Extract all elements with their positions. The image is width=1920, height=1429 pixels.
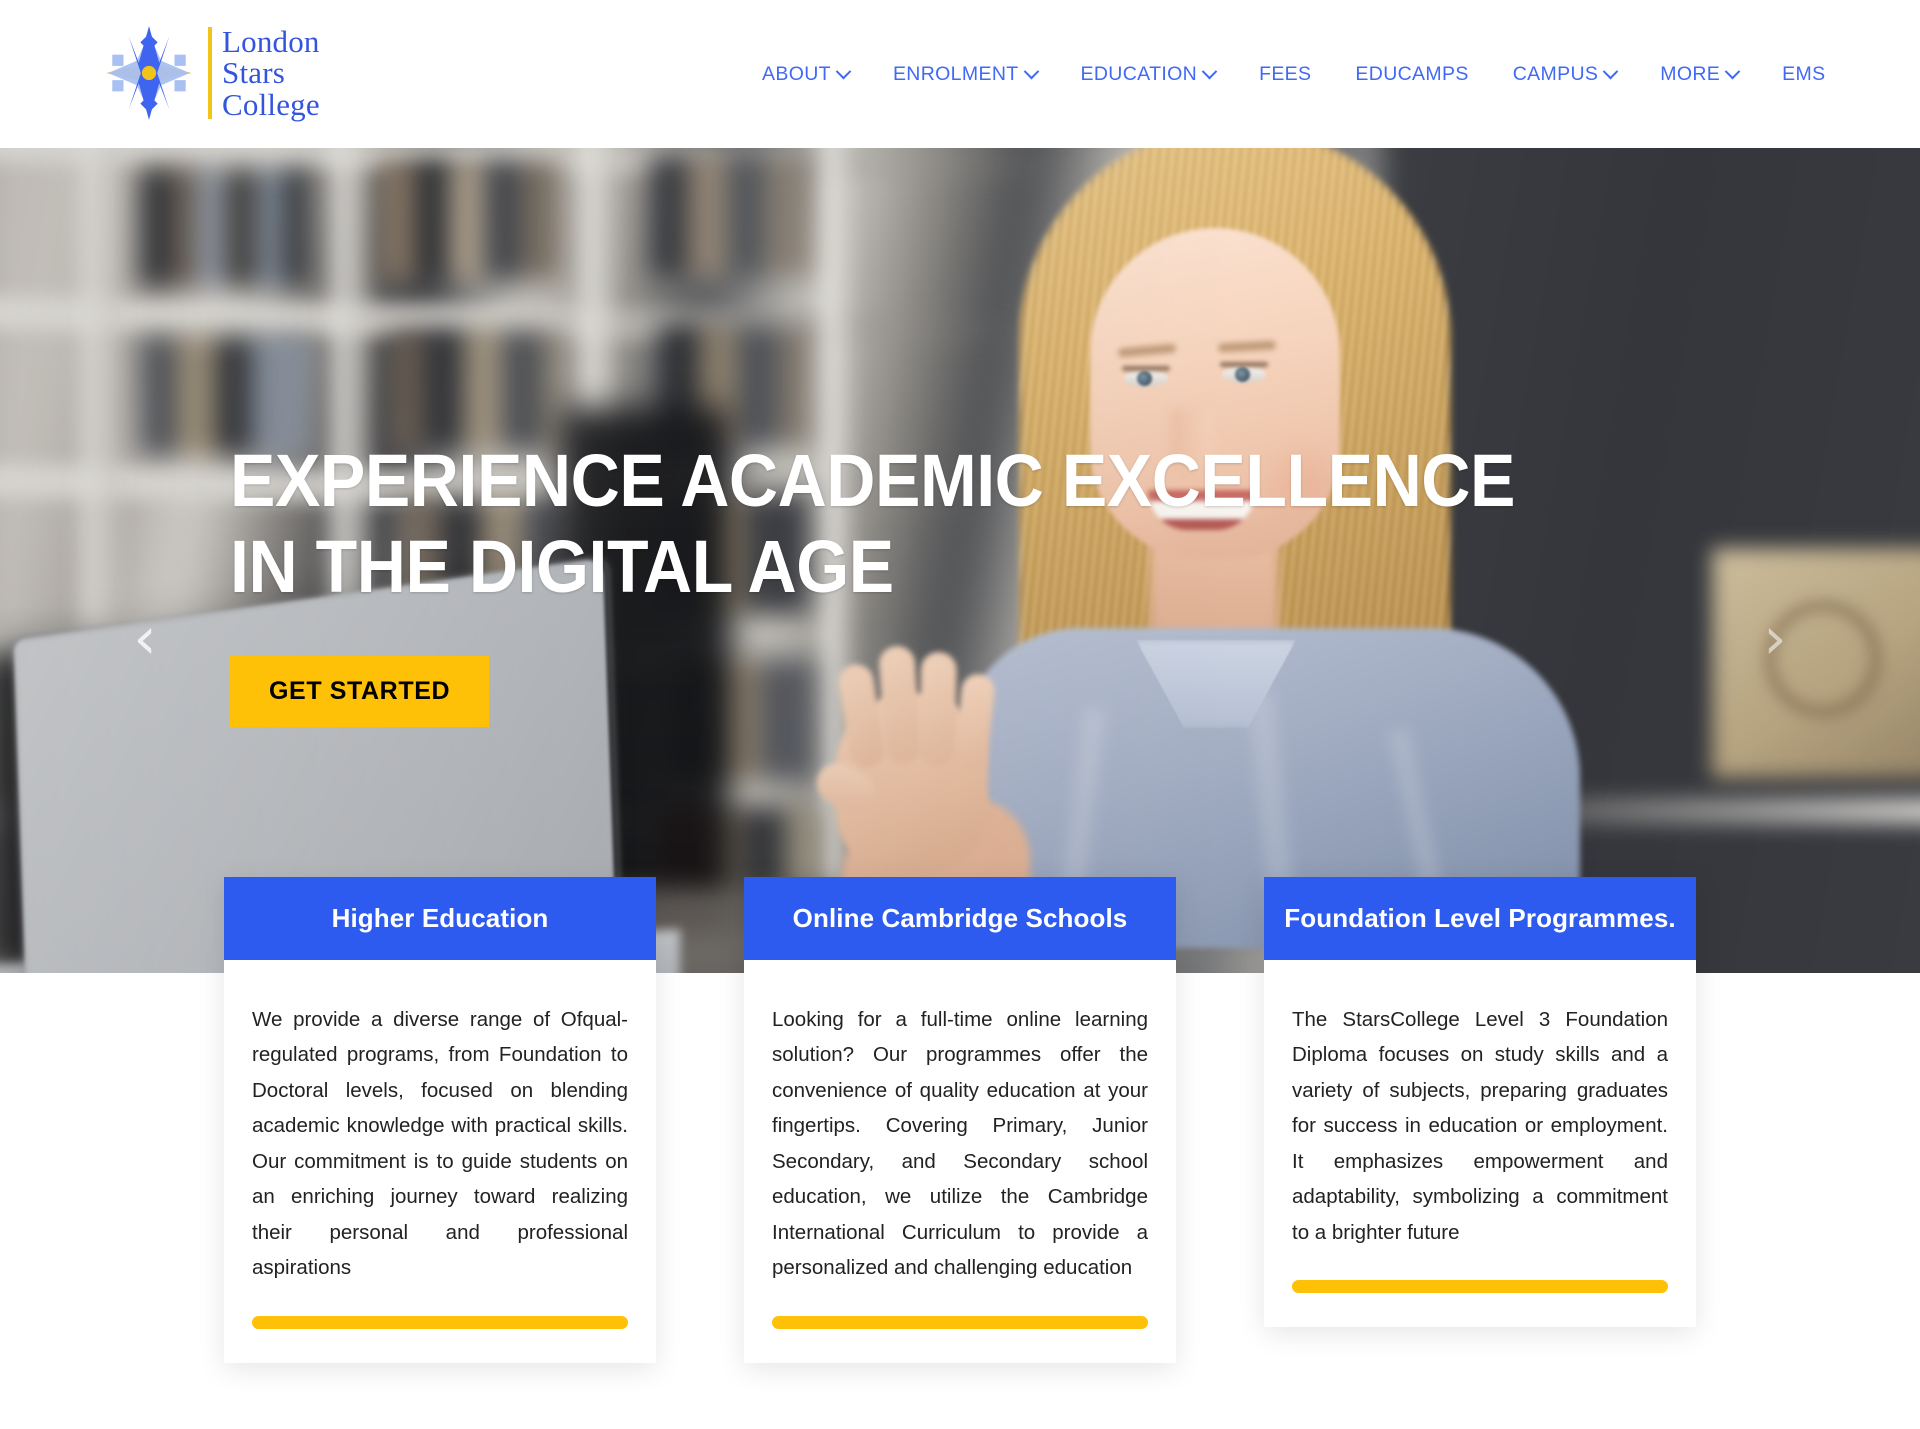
nav-label-enrolment: ENROLMENT bbox=[892, 62, 1019, 85]
nav-item-more[interactable]: MORE bbox=[1638, 57, 1760, 92]
feature-card-online-cambridge-schools[interactable]: Online Cambridge Schools Looking for a f… bbox=[744, 877, 1176, 1363]
card-title-higher-education: Higher Education bbox=[224, 877, 656, 960]
card-accent-rule bbox=[1292, 1280, 1668, 1294]
nav-item-about[interactable]: ABOUT bbox=[740, 57, 871, 92]
logo-divider bbox=[208, 27, 212, 119]
card-title-foundation-level-programmes: Foundation Level Programmes. bbox=[1264, 877, 1696, 960]
nav-item-education[interactable]: EDUCATION bbox=[1059, 57, 1238, 92]
feature-card-higher-education[interactable]: Higher Education We provide a diverse ra… bbox=[224, 877, 656, 1363]
nav-item-enrolment[interactable]: ENROLMENT bbox=[871, 57, 1059, 92]
logo-line-2: Stars bbox=[222, 55, 285, 91]
nav-item-educamps[interactable]: EDUCAMPS bbox=[1333, 57, 1490, 92]
nav-item-ems[interactable]: EMS bbox=[1760, 57, 1847, 92]
site-header: London Stars College ABOUT ENROLMENT EDU… bbox=[0, 0, 1920, 148]
hero-title: EXPERIENCE ACADEMIC EXCELLENCE IN THE DI… bbox=[230, 439, 1515, 608]
chevron-down-icon bbox=[835, 63, 852, 79]
nav-item-campus[interactable]: CAMPUS bbox=[1491, 57, 1639, 92]
card-accent-rule bbox=[252, 1315, 628, 1329]
hero-carousel: EXPERIENCE ACADEMIC EXCELLENCE IN THE DI… bbox=[0, 148, 1920, 973]
site-logo[interactable]: London Stars College bbox=[94, 18, 320, 128]
carousel-prev-arrow-icon[interactable]: ‹ bbox=[115, 608, 175, 668]
get-started-button[interactable]: GET STARTED bbox=[230, 655, 490, 727]
logo-wordmark: London Stars College bbox=[222, 23, 320, 122]
feature-cards-row: Higher Education We provide a diverse ra… bbox=[0, 877, 1920, 1363]
eight-point-star-icon bbox=[106, 26, 192, 120]
nav-label-about: ABOUT bbox=[762, 62, 831, 85]
chevron-down-icon bbox=[1023, 63, 1039, 79]
card-text-online-cambridge-schools: Looking for a full-time online learning … bbox=[772, 1008, 1148, 1280]
nav-label-ems: EMS bbox=[1782, 62, 1826, 85]
nav-label-education: EDUCATION bbox=[1080, 62, 1198, 85]
card-body-higher-education: We provide a diverse range of Ofqual-reg… bbox=[224, 960, 656, 1363]
nav-label-campus: CAMPUS bbox=[1512, 62, 1599, 85]
card-title-online-cambridge-schools: Online Cambridge Schools bbox=[744, 877, 1176, 960]
chevron-down-icon bbox=[1201, 63, 1218, 79]
chevron-down-icon bbox=[1724, 63, 1741, 79]
card-text-foundation-level-programmes: The StarsCollege Level 3 Foundation Dipl… bbox=[1292, 1008, 1668, 1244]
main-navigation: ABOUT ENROLMENT EDUCATION FEES EDUCAMPS … bbox=[740, 0, 1847, 148]
card-body-foundation-level-programmes: The StarsCollege Level 3 Foundation Dipl… bbox=[1264, 960, 1696, 1327]
logo-line-3: College bbox=[222, 86, 320, 122]
card-body-online-cambridge-schools: Looking for a full-time online learning … bbox=[744, 960, 1176, 1363]
card-accent-rule bbox=[772, 1315, 1148, 1329]
page-root: London Stars College ABOUT ENROLMENT EDU… bbox=[0, 0, 1920, 1429]
carousel-next-arrow-icon[interactable]: › bbox=[1745, 608, 1805, 668]
hero-copy: EXPERIENCE ACADEMIC EXCELLENCE IN THE DI… bbox=[230, 438, 1627, 727]
nav-label-educamps: EDUCAMPS bbox=[1355, 62, 1469, 85]
card-text-higher-education: We provide a diverse range of Ofqual-reg… bbox=[252, 1008, 628, 1280]
nav-item-fees[interactable]: FEES bbox=[1237, 57, 1333, 92]
nav-label-more: MORE bbox=[1660, 62, 1721, 85]
chevron-down-icon bbox=[1602, 63, 1619, 79]
feature-card-foundation-level-programmes[interactable]: Foundation Level Programmes. The StarsCo… bbox=[1264, 877, 1696, 1328]
nav-label-fees: FEES bbox=[1259, 62, 1312, 85]
logo-line-1: London bbox=[222, 23, 320, 59]
